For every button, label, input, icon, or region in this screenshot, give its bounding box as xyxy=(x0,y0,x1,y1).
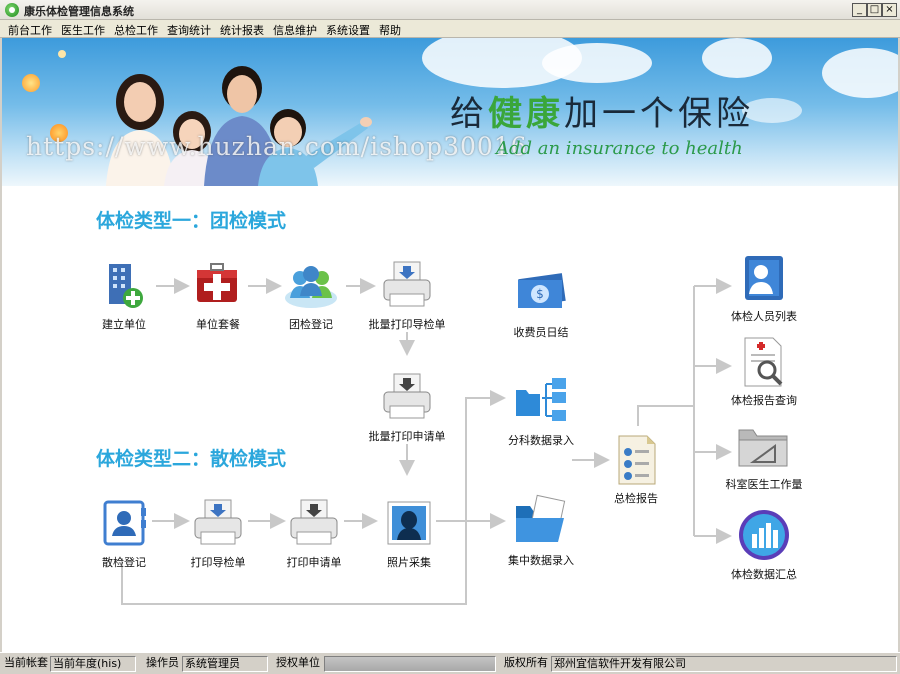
menu-bar: 前台工作 医生工作 总检工作 查询统计 统计报表 信息维护 系统设置 帮助 xyxy=(0,20,900,38)
window-title: 康乐体检管理信息系统 xyxy=(24,5,134,18)
menu-front-desk[interactable]: 前台工作 xyxy=(8,22,52,38)
slogan-highlight: 健康 xyxy=(488,94,564,134)
slogan-part: 加一个保险 xyxy=(564,94,754,134)
status-account-value: 当前年度(his) xyxy=(50,656,136,672)
print-request-label: 打印申请单 xyxy=(286,556,342,569)
menu-info-maintenance[interactable]: 信息维护 xyxy=(273,22,317,38)
group-people-icon xyxy=(282,256,340,314)
status-bar: 当前帐套 当前年度(his) 操作员 系统管理员 授权单位 版权所有 郑州宜信软… xyxy=(0,652,900,674)
status-auth-value xyxy=(324,656,496,672)
menu-help[interactable]: 帮助 xyxy=(379,22,401,38)
title-bar: 康乐体检管理信息系统 _ □ × xyxy=(0,0,900,20)
status-operator-value: 系统管理员 xyxy=(182,656,268,672)
doctor-workload-label: 科室医生工作量 xyxy=(725,478,803,491)
close-button[interactable]: × xyxy=(882,3,897,17)
status-account-label: 当前帐套 xyxy=(4,656,48,669)
person-list-icon xyxy=(735,248,793,306)
photo-capture-label: 照片采集 xyxy=(387,556,431,569)
sun-glow-icon xyxy=(22,74,40,92)
central-data-entry-label: 集中数据录入 xyxy=(508,554,574,567)
data-summary-label: 体检数据汇总 xyxy=(731,568,797,581)
sun-glow-icon xyxy=(58,50,66,58)
app-logo-icon xyxy=(5,3,19,17)
final-report-label: 总检报告 xyxy=(614,492,658,505)
report-search-icon xyxy=(735,332,793,390)
data-summary-button[interactable]: 体检数据汇总 xyxy=(709,506,819,582)
photo-icon xyxy=(380,494,438,552)
money-icon: $ xyxy=(512,264,570,322)
family-photo xyxy=(106,66,372,186)
folder-chart-icon xyxy=(735,416,793,474)
report-query-label: 体检报告查询 xyxy=(731,394,797,407)
slogan-chinese: 给健康加一个保险 xyxy=(450,86,754,135)
print-guide-label: 打印导检单 xyxy=(190,556,246,569)
exam-person-list-label: 体检人员列表 xyxy=(731,310,797,323)
dept-data-entry-label: 分科数据录入 xyxy=(508,434,574,447)
banner: https://www.huzhan.com/ishop30016 给健康加一个… xyxy=(2,38,898,186)
building-add-icon xyxy=(95,256,153,314)
cashier-daily-button[interactable]: $ 收费员日结 xyxy=(486,264,596,340)
cloud xyxy=(822,48,898,98)
status-copyright-label: 版权所有 xyxy=(504,656,548,669)
report-document-icon xyxy=(607,430,665,488)
folder-tree-icon xyxy=(512,372,570,430)
menu-final-check[interactable]: 总检工作 xyxy=(114,22,158,38)
central-data-entry-button[interactable]: 集中数据录入 xyxy=(486,492,596,568)
slogan-part: 给 xyxy=(450,94,488,134)
maximize-button[interactable]: □ xyxy=(867,3,882,17)
menu-reports[interactable]: 统计报表 xyxy=(220,22,264,38)
batch-print-guide-label: 批量打印导检单 xyxy=(368,318,446,331)
status-auth-label: 授权单位 xyxy=(276,656,320,669)
status-operator-label: 操作员 xyxy=(146,656,179,669)
watermark-text: https://www.huzhan.com/ishop30016 xyxy=(26,132,528,161)
batch-print-request-button[interactable]: 批量打印申请单 xyxy=(352,368,462,444)
cloud xyxy=(542,43,652,83)
minimize-button[interactable]: _ xyxy=(852,3,867,17)
slogan-english: Add an insurance to health xyxy=(496,138,743,159)
cashier-daily-label: 收费员日结 xyxy=(513,326,569,339)
dept-data-entry-button[interactable]: 分科数据录入 xyxy=(486,372,596,448)
workflow-panel: 体检类型一：团检模式 体检类型二：散检模式 建立单位 单位套餐 团检登记 批量打… xyxy=(2,186,898,652)
group-register-button[interactable]: 团检登记 xyxy=(256,256,366,332)
menu-query-stats[interactable]: 查询统计 xyxy=(167,22,211,38)
photo-capture-button[interactable]: 照片采集 xyxy=(354,494,464,570)
menu-doctor-work[interactable]: 医生工作 xyxy=(61,22,105,38)
print-guide-button[interactable]: 打印导检单 xyxy=(163,494,273,570)
final-report-button[interactable]: 总检报告 xyxy=(581,430,691,506)
group-register-label: 团检登记 xyxy=(289,318,333,331)
menu-system-settings[interactable]: 系统设置 xyxy=(326,22,370,38)
exam-person-list-button[interactable]: 体检人员列表 xyxy=(709,248,819,324)
printer-icon xyxy=(378,256,436,314)
print-request-button[interactable]: 打印申请单 xyxy=(259,494,369,570)
report-query-button[interactable]: 体检报告查询 xyxy=(709,332,819,408)
batch-print-guide-button[interactable]: 批量打印导检单 xyxy=(352,256,462,332)
printer-icon xyxy=(378,368,436,426)
printer-icon xyxy=(285,494,343,552)
medical-kit-icon xyxy=(189,256,247,314)
svg-text:$: $ xyxy=(536,287,544,301)
cloud xyxy=(702,38,772,78)
open-folder-icon xyxy=(512,492,570,550)
bar-chart-disc-icon xyxy=(735,506,793,564)
doctor-workload-button[interactable]: 科室医生工作量 xyxy=(709,416,819,492)
batch-print-request-label: 批量打印申请单 xyxy=(368,430,446,443)
status-copyright-value: 郑州宜信软件开发有限公司 xyxy=(551,656,897,672)
printer-icon xyxy=(189,494,247,552)
contact-card-icon xyxy=(95,494,153,552)
